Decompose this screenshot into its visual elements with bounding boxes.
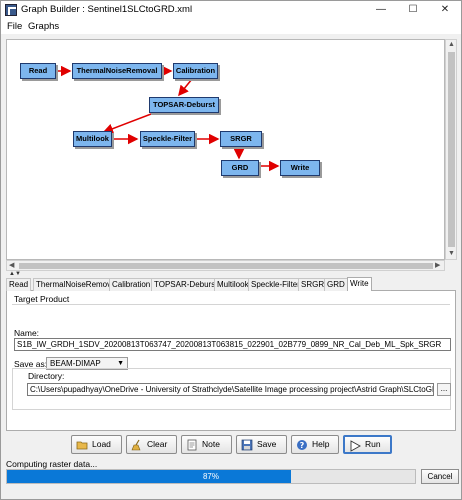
node-write[interactable]: Write xyxy=(280,160,320,176)
tab-srgr[interactable]: SRGR xyxy=(298,278,328,291)
cancel-button[interactable]: Cancel xyxy=(421,469,459,484)
scroll-down-icon[interactable]: ▼ xyxy=(448,250,455,258)
help-icon: ? xyxy=(297,440,307,450)
clear-button[interactable]: Clear xyxy=(126,435,177,454)
splitter-arrows-icon[interactable]: ▲▼ xyxy=(9,271,21,277)
edge-calibration-deburst xyxy=(178,78,193,97)
note-button-label: Note xyxy=(202,439,220,449)
node-speckle-filter[interactable]: Speckle-Filter xyxy=(140,131,195,147)
broom-icon xyxy=(131,439,141,451)
save-as-value: BEAM-DIMAP xyxy=(50,359,101,368)
split-pane-divider[interactable]: ▲▼ xyxy=(6,271,456,277)
scroll-right-icon[interactable]: ▶ xyxy=(435,262,440,270)
graph-vertical-scrollbar[interactable]: ▲ ▼ xyxy=(445,39,457,260)
load-button-label: Load xyxy=(92,439,111,449)
title-bar: Graph Builder : Sentinel1SLCtoGRD.xml — … xyxy=(1,1,461,19)
save-button[interactable]: Save xyxy=(236,435,287,454)
window-title: Graph Builder : Sentinel1SLCtoGRD.xml xyxy=(21,4,193,15)
directory-label: Directory: xyxy=(28,371,65,381)
node-calibration[interactable]: Calibration xyxy=(173,63,218,79)
tab-grd[interactable]: GRD xyxy=(324,278,348,291)
help-button-label: Help xyxy=(312,439,330,449)
run-button[interactable]: Run xyxy=(343,435,392,454)
svg-text:?: ? xyxy=(300,441,305,450)
menu-graphs[interactable]: Graphs xyxy=(28,21,59,32)
browse-directory-button[interactable]: ... xyxy=(437,383,451,396)
section-divider xyxy=(12,304,450,305)
run-button-label: Run xyxy=(365,439,381,449)
node-srgr[interactable]: SRGR xyxy=(220,131,262,147)
scroll-left-icon[interactable]: ◀ xyxy=(9,262,14,270)
scroll-up-icon[interactable]: ▲ xyxy=(448,41,455,49)
tab-calibration[interactable]: Calibration xyxy=(109,278,154,291)
menu-file[interactable]: File xyxy=(7,21,22,32)
write-panel: Target Product Name: S1B_IW_GRDH_1SDV_20… xyxy=(6,291,456,431)
directory-field[interactable]: C:\Users\pupadhyay\OneDrive - University… xyxy=(27,383,434,396)
save-button-label: Save xyxy=(257,439,277,449)
minimize-button[interactable]: — xyxy=(365,1,397,19)
tab-write[interactable]: Write xyxy=(347,277,372,291)
graph-builder-window: Graph Builder : Sentinel1SLCtoGRD.xml — … xyxy=(0,0,462,500)
directory-group: Directory: C:\Users\pupadhyay\OneDrive -… xyxy=(12,368,451,410)
node-topsar-deburst[interactable]: TOPSAR-Deburst xyxy=(149,97,219,113)
load-button[interactable]: Load xyxy=(71,435,122,454)
close-button[interactable]: ✕ xyxy=(429,1,461,19)
clear-button-label: Clear xyxy=(147,439,168,449)
edge-deburst-multilook xyxy=(102,110,160,134)
progress-bar: 87% xyxy=(6,469,416,484)
maximize-button[interactable]: ☐ xyxy=(397,1,429,19)
app-icon xyxy=(5,4,17,16)
tab-thermal-noise-removal[interactable]: ThermalNoiseRemoval xyxy=(33,278,121,291)
tab-read[interactable]: Read xyxy=(6,278,32,291)
menu-bar: File Graphs xyxy=(1,19,461,34)
node-grd[interactable]: GRD xyxy=(221,160,259,176)
tab-topsar-deburst[interactable]: TOPSAR-Deburst xyxy=(151,278,221,291)
play-icon xyxy=(350,440,361,452)
name-label: Name: xyxy=(14,328,40,338)
note-button[interactable]: Note xyxy=(181,435,232,454)
node-thermal-noise-removal[interactable]: ThermalNoiseRemoval xyxy=(72,63,162,79)
status-text: Computing raster data... xyxy=(6,459,98,469)
progress-percent: 87% xyxy=(202,472,219,481)
node-read[interactable]: Read xyxy=(20,63,56,79)
graph-horizontal-scrollbar[interactable]: ◀ ▶ xyxy=(6,260,445,271)
name-field[interactable]: S1B_IW_GRDH_1SDV_20200813T063747_2020081… xyxy=(14,338,451,351)
vertical-scroll-thumb[interactable] xyxy=(448,52,455,247)
tab-speckle-filter[interactable]: Speckle-Filter xyxy=(248,278,303,291)
folder-open-icon xyxy=(76,441,88,450)
note-icon xyxy=(187,439,197,451)
graph-canvas[interactable]: Read ThermalNoiseRemoval Calibration TOP… xyxy=(6,39,445,260)
tab-multilook[interactable]: Multilook xyxy=(214,278,252,291)
save-disk-icon xyxy=(241,439,253,451)
horizontal-scroll-thumb[interactable] xyxy=(19,263,433,269)
node-multilook[interactable]: Multilook xyxy=(73,131,112,147)
operator-tabs: Read ThermalNoiseRemoval Calibration TOP… xyxy=(6,277,456,291)
help-button[interactable]: ? Help xyxy=(291,435,339,454)
target-product-heading: Target Product xyxy=(14,294,70,304)
